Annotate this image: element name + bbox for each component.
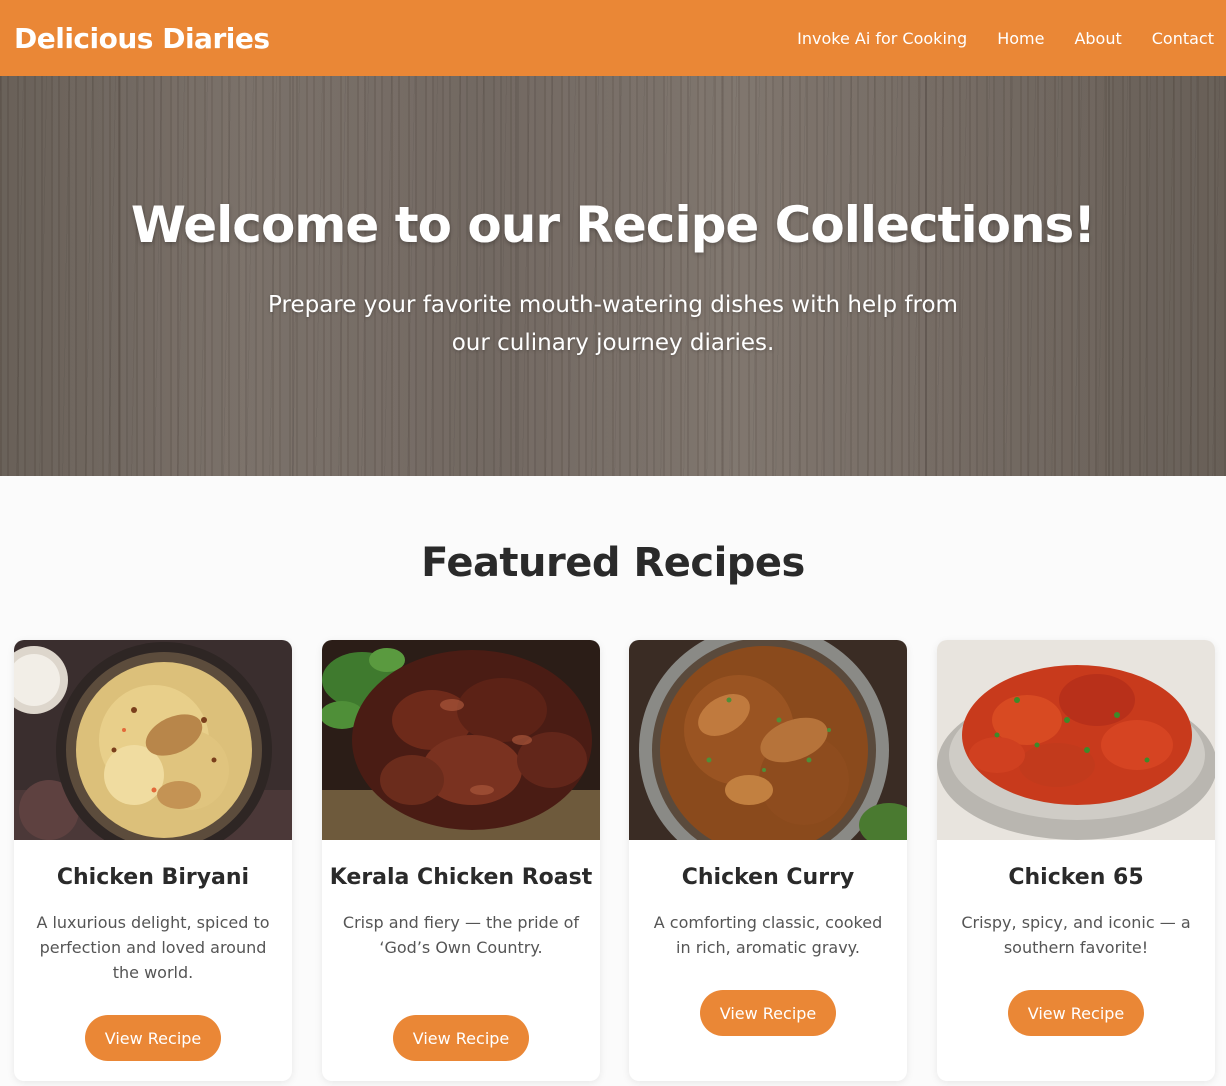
recipe-card: Chicken Biryani A luxurious delight, spi… bbox=[14, 640, 292, 1081]
nav-link-about[interactable]: About bbox=[1074, 29, 1121, 48]
nav-link-home[interactable]: Home bbox=[997, 29, 1044, 48]
recipe-card: Kerala Chicken Roast Crisp and fiery — t… bbox=[322, 640, 600, 1081]
view-recipe-button[interactable]: View Recipe bbox=[700, 990, 836, 1036]
hero-title: Welcome to our Recipe Collections! bbox=[130, 196, 1096, 254]
recipe-image-chicken-curry[interactable] bbox=[629, 640, 907, 840]
recipe-image-chicken-65[interactable] bbox=[937, 640, 1215, 840]
view-recipe-button[interactable]: View Recipe bbox=[393, 1015, 529, 1061]
view-recipe-button[interactable]: View Recipe bbox=[85, 1015, 221, 1061]
recipe-image-kerala-chicken-roast[interactable] bbox=[322, 640, 600, 840]
recipe-title: Chicken Curry bbox=[681, 865, 855, 890]
recipe-card: Chicken Curry A comforting classic, cook… bbox=[629, 640, 907, 1081]
recipe-description: A comforting classic, cooked in rich, ar… bbox=[653, 913, 883, 957]
recipe-description: Crisp and fiery — the pride of ‘God’s Ow… bbox=[342, 913, 580, 957]
hero-subtitle: Prepare your favorite mouth-watering dis… bbox=[268, 292, 958, 356]
recipe-title: Chicken 65 bbox=[1008, 865, 1144, 890]
recipe-description: Crispy, spicy, and iconic — a southern f… bbox=[961, 913, 1191, 957]
hero-overlay bbox=[0, 76, 1226, 476]
featured-recipes-heading: Featured Recipes bbox=[421, 540, 805, 586]
recipe-card: Chicken 65 Crispy, spicy, and iconic — a… bbox=[937, 640, 1215, 1081]
main-nav: Invoke Ai for Cooking Home About Contact bbox=[797, 29, 1214, 48]
hero-banner: Welcome to our Recipe Collections! Prepa… bbox=[0, 76, 1226, 476]
recipe-title: Chicken Biryani bbox=[56, 865, 250, 890]
site-logo[interactable]: Delicious Diaries bbox=[14, 22, 270, 55]
recipe-title: Kerala Chicken Roast bbox=[329, 865, 593, 890]
recipe-image-chicken-biryani[interactable] bbox=[14, 640, 292, 840]
view-recipe-button[interactable]: View Recipe bbox=[1008, 990, 1144, 1036]
nav-link-contact[interactable]: Contact bbox=[1152, 29, 1214, 48]
recipe-description: A luxurious delight, spiced to perfectio… bbox=[36, 913, 270, 982]
site-header: Delicious Diaries Invoke Ai for Cooking … bbox=[0, 0, 1226, 76]
nav-link-invoke-ai[interactable]: Invoke Ai for Cooking bbox=[797, 29, 967, 48]
